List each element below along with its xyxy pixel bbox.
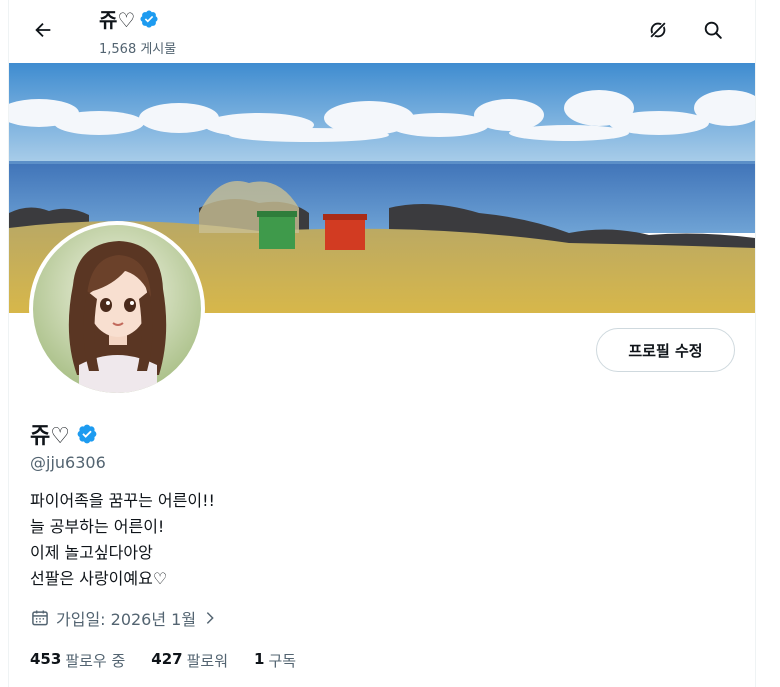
followers-count: 427: [151, 650, 183, 668]
bio-line: 늘 공부하는 어른이!: [30, 517, 165, 536]
profile-handle: @jju6306: [30, 453, 106, 472]
back-button[interactable]: [25, 12, 61, 48]
following-count: 453: [30, 650, 62, 668]
profile-stats: 453 팔로우 중 427 팔로워 1 구독: [30, 650, 296, 671]
subscriptions-count: 1: [254, 650, 265, 668]
search-button[interactable]: [695, 12, 731, 48]
subscriptions-label: 구독: [268, 652, 297, 670]
search-icon: [704, 21, 722, 39]
profile-header: 쥬♡ 1,568 게시물: [9, 0, 755, 63]
header-title: 쥬♡: [99, 4, 159, 33]
verified-badge-icon[interactable]: [76, 423, 98, 445]
right-border: [755, 0, 756, 687]
verified-badge-icon: [140, 9, 158, 28]
followers-label: 팔로워: [186, 652, 228, 670]
bio-line: 선팔은 사랑이예요♡: [30, 569, 168, 588]
avatar-container[interactable]: [29, 221, 205, 397]
grok-button[interactable]: [640, 12, 676, 48]
following-link[interactable]: 453 팔로우 중: [30, 650, 125, 671]
profile-bio: 파이어족을 꿈꾸는 어른이!! 늘 공부하는 어른이! 이제 놀고싶다아앙 선팔…: [30, 488, 215, 592]
profile-name: 쥬♡: [30, 424, 70, 449]
grok-icon: [649, 21, 667, 39]
bio-line: 이제 놀고싶다아앙: [30, 543, 153, 562]
calendar-icon: [32, 610, 48, 626]
avatar-illustration-image: [33, 225, 201, 393]
subscriptions-link[interactable]: 1 구독: [254, 650, 296, 671]
bio-line: 파이어족을 꿈꾸는 어른이!!: [30, 491, 215, 510]
chevron-right-icon: [206, 612, 214, 624]
join-date: 가입일: 2026년 1월: [56, 610, 197, 629]
header-name: 쥬♡: [99, 8, 136, 32]
avatar: [33, 225, 201, 393]
arrow-left-icon: [35, 22, 51, 38]
join-date-link[interactable]: 가입일: 2026년 1월: [30, 606, 218, 630]
following-label: 팔로우 중: [65, 652, 126, 670]
followers-link[interactable]: 427 팔로워: [151, 650, 228, 671]
profile-name-row: 쥬♡: [30, 418, 98, 450]
edit-profile-button[interactable]: 프로필 수정: [596, 328, 735, 372]
post-count: 1,568 게시물: [99, 42, 177, 57]
